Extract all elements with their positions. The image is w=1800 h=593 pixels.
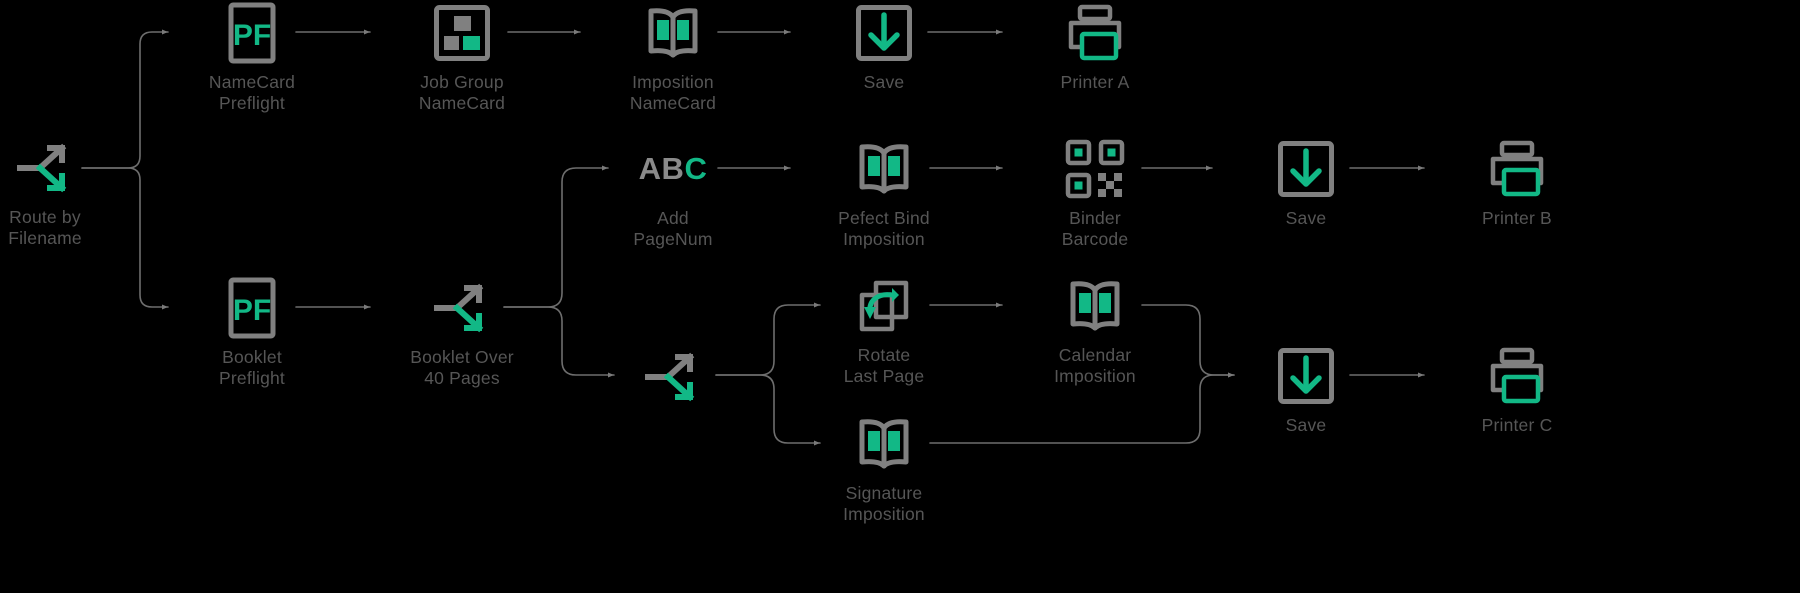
printer-icon (1437, 136, 1597, 202)
preflight-pf-icon: PF (172, 0, 332, 66)
abc-text-icon: ABC (593, 136, 753, 202)
save-download-icon (1226, 136, 1386, 202)
node-label: Save (863, 72, 905, 92)
node-save-c[interactable]: Save (1226, 343, 1386, 436)
imposition-book-icon (804, 411, 964, 477)
node-label: Printer C (1481, 415, 1553, 435)
node-label: Booklet Preflight (219, 347, 285, 388)
node-binder-barcode[interactable]: Binder Barcode (1015, 136, 1175, 250)
node-calendar-imposition[interactable]: Calendar Imposition (1015, 273, 1175, 387)
node-job-group-namecard[interactable]: Job Group NameCard (382, 0, 542, 114)
qr-barcode-icon (1015, 136, 1175, 202)
node-label: Pefect Bind Imposition (838, 208, 930, 249)
node-rotate-last-page[interactable]: Rotate Last Page (804, 273, 964, 387)
node-add-pagenum[interactable]: ABC Add PageNum (593, 136, 753, 250)
preflight-pf-icon: PF (172, 275, 332, 341)
imposition-book-icon (1015, 273, 1175, 339)
node-save-a[interactable]: Save (804, 0, 964, 93)
node-label: Route by Filename (8, 207, 82, 248)
node-perfect-bind-imposition[interactable]: Pefect Bind Imposition (804, 136, 964, 250)
rotate-page-icon (804, 273, 964, 339)
router-split-icon (382, 275, 542, 341)
svg-text:PF: PF (233, 294, 271, 327)
abc-gray-letters: AB (638, 151, 685, 186)
node-label: Rotate Last Page (843, 345, 925, 386)
printer-icon (1015, 0, 1175, 66)
svg-text:PF: PF (233, 19, 271, 52)
node-label: Calendar Imposition (1054, 345, 1136, 386)
node-printer-b[interactable]: Printer B (1437, 136, 1597, 229)
node-router-mid[interactable] (593, 344, 753, 416)
node-printer-c[interactable]: Printer C (1437, 343, 1597, 436)
printer-icon (1437, 343, 1597, 409)
workflow-diagram-canvas: Route by Filename PF NameCard Preflight … (0, 0, 1800, 593)
node-imposition-namecard[interactable]: Imposition NameCard (593, 0, 753, 114)
node-label: Printer A (1060, 72, 1130, 92)
node-label: Job Group NameCard (418, 72, 506, 113)
router-split-icon (0, 135, 125, 201)
node-namecard-preflight[interactable]: PF NameCard Preflight (172, 0, 332, 114)
save-download-icon (1226, 343, 1386, 409)
node-label: Printer B (1482, 208, 1552, 228)
node-label: Save (1285, 415, 1327, 435)
node-booklet-over-40-pages[interactable]: Booklet Over 40 Pages (382, 275, 542, 389)
node-route-by-filename[interactable]: Route by Filename (0, 135, 125, 249)
node-save-b[interactable]: Save (1226, 136, 1386, 229)
imposition-book-icon (593, 0, 753, 66)
node-booklet-preflight[interactable]: PF Booklet Preflight (172, 275, 332, 389)
node-signature-imposition[interactable]: Signature Imposition (804, 411, 964, 525)
node-label: Imposition NameCard (629, 72, 717, 113)
abc-green-letter: C (684, 151, 708, 186)
node-label: Add PageNum (633, 208, 713, 249)
job-group-icon (382, 0, 542, 66)
node-label: Binder Barcode (1061, 208, 1129, 249)
node-label: Booklet Over 40 Pages (410, 347, 514, 388)
node-label: NameCard Preflight (208, 72, 296, 113)
node-label: Signature Imposition (843, 483, 925, 524)
node-label: Save (1285, 208, 1327, 228)
router-split-icon (593, 344, 753, 410)
save-download-icon (804, 0, 964, 66)
node-printer-a[interactable]: Printer A (1015, 0, 1175, 93)
imposition-book-icon (804, 136, 964, 202)
